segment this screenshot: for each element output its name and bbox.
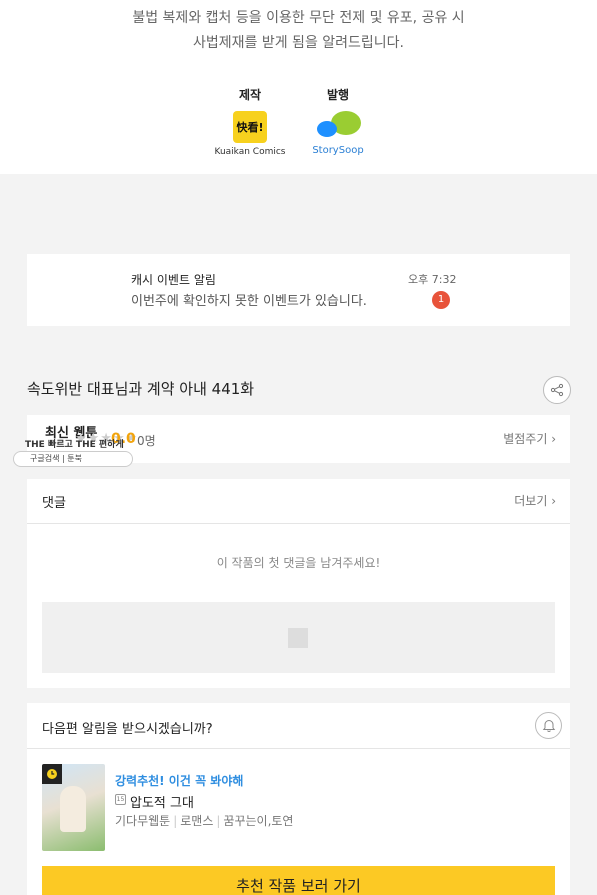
notification-message: 이번주에 확인하지 못한 이벤트가 있습니다. bbox=[131, 294, 367, 309]
copyright-notice: 불법 복제와 캡처 등을 이용한 무단 전제 및 유포, 공유 시 사법제재를 … bbox=[0, 6, 597, 56]
comments-more-link[interactable]: 더보기 › bbox=[514, 492, 556, 509]
meta-authors: 꿈꾸는이,토연 bbox=[223, 814, 294, 828]
next-episode-question: 다음편 알림을 받으시겠습니까? bbox=[42, 722, 213, 737]
share-button[interactable] bbox=[543, 376, 571, 404]
rate-button[interactable]: 별점주기 › bbox=[503, 430, 556, 447]
divider bbox=[27, 523, 570, 524]
next-episode-card: 다음편 알림을 받으시겠습니까? 강력추천! 이건 꼭 봐야해 15 압도적 그… bbox=[27, 703, 570, 895]
clock-icon bbox=[42, 764, 62, 784]
kuaikan-logo: 快看! bbox=[233, 111, 267, 143]
meta-category: 기다무웹툰 bbox=[115, 814, 171, 828]
divider bbox=[27, 748, 570, 749]
rating-count: 0명 bbox=[137, 434, 156, 448]
recommended-meta: 기다무웹툰 | 로맨스 | 꿈꾸는이,토연 bbox=[115, 814, 294, 828]
recommend-tag[interactable]: 강력추천! 이건 꼭 봐야해 bbox=[115, 772, 243, 789]
cash-event-notification[interactable]: 캐시 이벤트 알림 이번주에 확인하지 못한 이벤트가 있습니다. 오후 7:3… bbox=[27, 254, 570, 326]
comments-title: 댓글 bbox=[42, 496, 66, 511]
publishing-label: 발행 bbox=[326, 88, 350, 102]
copyright-section: 불법 복제와 캡처 등을 이용한 무단 전제 및 유포, 공유 시 사법제재를 … bbox=[0, 0, 597, 174]
view-recommended-button[interactable]: 추천 작품 보러 가기 bbox=[42, 866, 555, 895]
notification-badge: 1 bbox=[432, 291, 450, 309]
age-rating-badge: 15 bbox=[115, 794, 126, 805]
notification-title: 캐시 이벤트 알림 bbox=[131, 273, 216, 287]
bell-icon bbox=[542, 720, 555, 733]
storysoop-logo bbox=[313, 111, 363, 141]
comments-empty-text: 이 작품의 첫 댓글을 남겨주세요! bbox=[216, 556, 381, 570]
comments-card: 댓글 더보기 › 이 작품의 첫 댓글을 남겨주세요! bbox=[27, 479, 570, 688]
notification-time: 오후 7:32 bbox=[408, 273, 457, 286]
thumbnail-figure bbox=[60, 786, 86, 832]
comment-input-area[interactable] bbox=[42, 602, 555, 673]
ad-overlay-text: THE 빠르고 THE 편하게 bbox=[25, 440, 124, 450]
image-placeholder-icon bbox=[288, 628, 308, 648]
recommended-thumbnail[interactable] bbox=[42, 764, 105, 851]
notification-bell-button[interactable] bbox=[535, 712, 562, 739]
recommended-title[interactable]: 압도적 그대 bbox=[130, 792, 194, 811]
notice-line-1: 불법 복제와 캡처 등을 이용한 무단 전제 및 유포, 공유 시 bbox=[132, 10, 465, 26]
production-label: 제작 bbox=[238, 88, 262, 102]
meta-genre: 로맨스 bbox=[180, 814, 214, 828]
publishing-credit: 발행 StorySoop bbox=[293, 86, 383, 156]
production-credit: 제작 快看! Kuaikan Comics bbox=[205, 86, 295, 157]
share-icon bbox=[550, 383, 564, 397]
ad-overlay-pill[interactable]: 구글검색 | 툰북 bbox=[13, 451, 133, 467]
episode-title: 속도위반 대표님과 계약 아내 441화 bbox=[27, 380, 255, 398]
storysoop-name: StorySoop bbox=[312, 145, 364, 156]
kuaikan-name: Kuaikan Comics bbox=[214, 147, 286, 157]
notice-line-2: 사법제재를 받게 됨을 알려드립니다. bbox=[193, 35, 404, 51]
